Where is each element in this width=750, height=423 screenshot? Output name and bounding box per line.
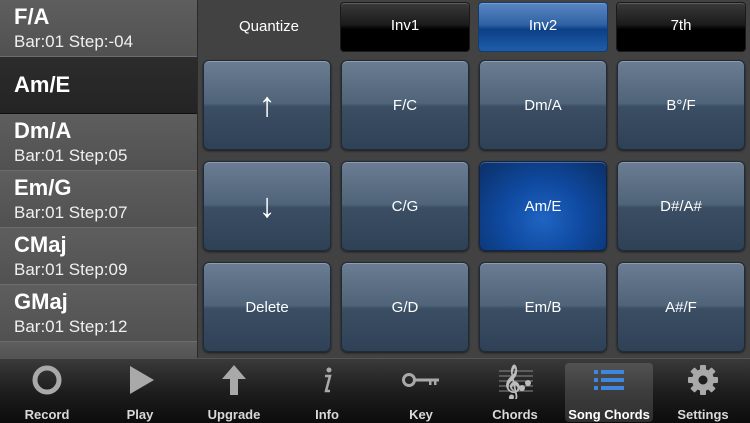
svg-text:𝄞: 𝄞 (503, 364, 521, 399)
chord-name: Em/G (14, 175, 72, 200)
tab-label: Play (126, 407, 154, 422)
chord-name: GMaj (14, 289, 68, 314)
tab-song-chords[interactable]: Song Chords (565, 363, 653, 422)
song-chord-list[interactable]: F/A Bar:01 Step:-04 Am/E Dm/A Bar:01 Ste… (0, 0, 198, 358)
inversion-1-button[interactable]: Inv1 (340, 2, 470, 52)
chord-position: Bar:01 Step:05 (14, 146, 128, 165)
chord-position: Bar:01 Step:12 (14, 317, 128, 336)
chord-position: Bar:01 Step:07 (14, 203, 128, 222)
tab-info[interactable]: Info (283, 363, 371, 422)
play-icon (96, 363, 184, 397)
chord-button[interactable]: C/G (341, 161, 469, 251)
chord-list-item[interactable]: GMaj Bar:01 Step:12 (0, 285, 197, 342)
gear-icon (659, 363, 747, 397)
chord-position: Bar:01 Step:-04 (14, 32, 134, 51)
chord-name: Dm/A (14, 118, 72, 143)
chord-button[interactable]: D#/A# (617, 161, 745, 251)
chord-list-item-selected[interactable]: Am/E (0, 57, 197, 114)
key-icon (377, 363, 465, 397)
tab-record[interactable]: Record (3, 363, 91, 422)
quantize-button[interactable]: Quantize (214, 18, 324, 35)
chord-button[interactable]: G/D (341, 262, 469, 352)
tab-key[interactable]: Key (377, 363, 465, 422)
chord-button-active[interactable]: Am/E (479, 161, 607, 251)
upgrade-arrow-icon (190, 363, 278, 397)
chord-list-item[interactable]: CMaj Bar:01 Step:09 (0, 228, 197, 285)
chord-name: CMaj (14, 232, 67, 257)
tab-label: Key (409, 407, 433, 422)
tab-settings[interactable]: Settings (659, 363, 747, 422)
chord-list-item[interactable]: Dm/A Bar:01 Step:05 (0, 114, 197, 171)
record-icon (3, 363, 91, 397)
tab-chords[interactable]: 𝄞 Chords (471, 363, 559, 422)
chord-button[interactable]: Em/B (479, 262, 607, 352)
chord-list-item[interactable]: F/A Bar:01 Step:-04 (0, 0, 197, 57)
tab-label: Upgrade (207, 407, 261, 422)
tab-play[interactable]: Play (96, 363, 184, 422)
chord-list-item-partial[interactable] (0, 342, 197, 358)
chord-pad: Quantize Inv1 Inv2 7th ↑ F/C Dm/A B°/F ↓… (198, 0, 750, 358)
chord-button[interactable]: A#/F (617, 262, 745, 352)
chord-position: Bar:01 Step:09 (14, 260, 128, 279)
move-up-button[interactable]: ↑ (203, 60, 331, 150)
chord-button[interactable]: F/C (341, 60, 469, 150)
delete-button[interactable]: Delete (203, 262, 331, 352)
tab-bar: Record Play Upgrade Info Key 𝄞 Chords So… (0, 358, 750, 423)
chord-list-item[interactable]: Em/G Bar:01 Step:07 (0, 171, 197, 228)
tab-label: Settings (677, 407, 729, 422)
chord-button[interactable]: B°/F (617, 60, 745, 150)
down-arrow-icon: ↓ (258, 187, 276, 225)
chord-name: F/A (14, 4, 50, 29)
tab-label: Info (315, 407, 339, 422)
tab-upgrade[interactable]: Upgrade (190, 363, 278, 422)
up-arrow-icon: ↑ (258, 86, 276, 124)
info-icon (283, 363, 371, 397)
chord-name: Am/E (14, 72, 71, 97)
list-icon (565, 363, 653, 397)
seventh-button[interactable]: 7th (616, 2, 746, 52)
tab-label: Song Chords (568, 407, 650, 422)
inversion-2-button[interactable]: Inv2 (478, 2, 608, 52)
tab-label: Chords (492, 407, 538, 422)
chord-button[interactable]: Dm/A (479, 60, 607, 150)
tab-label: Record (24, 407, 70, 422)
treble-clef-icon: 𝄞 (471, 363, 559, 399)
move-down-button[interactable]: ↓ (203, 161, 331, 251)
